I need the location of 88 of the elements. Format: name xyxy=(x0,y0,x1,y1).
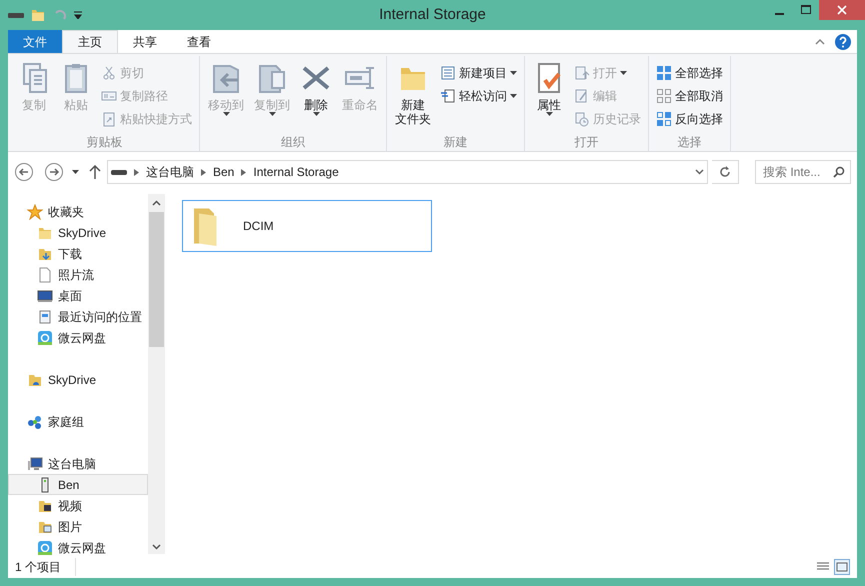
chevron-icon xyxy=(134,168,139,176)
nav-item[interactable]: SkyDrive xyxy=(8,222,148,243)
desktop-icon xyxy=(37,288,53,304)
nav-item[interactable]: 微云网盘 xyxy=(8,327,148,348)
grid-icon xyxy=(656,64,672,80)
nav-item[interactable]: 图片 xyxy=(8,516,148,537)
details-view-icon xyxy=(817,562,829,572)
refresh-button[interactable] xyxy=(712,160,739,184)
refresh-icon xyxy=(719,166,731,178)
shortcut-icon xyxy=(101,110,117,126)
nav-item[interactable]: 收藏夹 xyxy=(8,201,148,222)
ribbon-command[interactable]: 删除 xyxy=(297,62,335,133)
close-button[interactable] xyxy=(819,0,865,20)
ribbon-command[interactable]: 轻松访问 xyxy=(438,85,519,106)
nav-item[interactable]: 家庭组 xyxy=(8,411,148,432)
nav-item[interactable]: 下载 xyxy=(8,243,148,264)
group-label: 剪贴板 xyxy=(86,134,124,151)
ribbon-command[interactable]: 反向选择 xyxy=(654,108,725,129)
nav-item[interactable]: 微云网盘 xyxy=(8,537,148,558)
minimize-icon xyxy=(774,12,784,14)
group-label: 组织 xyxy=(280,134,306,151)
history-icon xyxy=(574,110,590,126)
dropdown-icon xyxy=(74,11,82,19)
ribbon-tab[interactable]: 主页 xyxy=(62,30,118,53)
help-icon xyxy=(835,34,851,50)
folder-documents-icon xyxy=(256,62,288,94)
search-field[interactable]: 搜索 Inte... xyxy=(755,160,851,184)
scissors-icon xyxy=(101,64,117,80)
drive-icon xyxy=(111,170,127,174)
ribbon-command[interactable]: 全部选择 xyxy=(654,62,725,83)
view-button[interactable] xyxy=(834,558,850,574)
breadcrumb[interactable]: 这台电脑 xyxy=(146,163,194,181)
scrollbar[interactable] xyxy=(148,194,165,554)
folder-icon xyxy=(30,7,46,23)
breadcrumb[interactable]: Internal Storage xyxy=(253,163,339,181)
ribbon-command[interactable]: 全部取消 xyxy=(654,85,725,106)
collapse-icon xyxy=(815,38,825,46)
nav-item[interactable]: 照片流 xyxy=(8,264,148,285)
cloud-icon xyxy=(37,540,53,556)
window-title: Internal Storage xyxy=(378,4,487,25)
breadcrumb[interactable]: Ben xyxy=(213,163,234,181)
computer-icon xyxy=(27,456,43,472)
new-item-icon xyxy=(440,64,456,80)
chevron-down-icon xyxy=(695,169,704,175)
group-label: 选择 xyxy=(676,134,702,151)
drive-icon xyxy=(8,12,24,18)
group-label: 打开 xyxy=(574,134,600,151)
nav-item[interactable]: 桌面 xyxy=(8,285,148,306)
folder-name: DCIM xyxy=(243,218,274,235)
ribbon-command[interactable]: 新建项目 xyxy=(438,62,519,83)
scroll-up-icon xyxy=(152,200,161,206)
recent-places-icon xyxy=(37,308,53,324)
up-arrow-icon xyxy=(89,165,101,179)
nav-item[interactable]: SkyDrive xyxy=(8,369,148,390)
grid-outline-icon xyxy=(656,88,672,104)
up-button[interactable] xyxy=(87,165,103,179)
forward-icon xyxy=(44,162,64,182)
star-icon xyxy=(27,204,43,220)
close-icon xyxy=(837,5,847,15)
ribbon-command[interactable]: 属性 xyxy=(530,62,568,133)
nav-item[interactable]: 视频 xyxy=(8,495,148,516)
large-icons-view-icon xyxy=(836,562,848,572)
document-icon xyxy=(37,266,53,282)
folder-tile[interactable]: DCIM xyxy=(182,200,432,252)
chevron-icon xyxy=(201,168,206,176)
open-icon xyxy=(574,64,590,80)
group-label: 新建 xyxy=(442,134,468,151)
ribbon-tab[interactable]: 共享 xyxy=(118,30,172,53)
ribbon-tab[interactable]: 查看 xyxy=(172,30,226,53)
scroll-down-icon xyxy=(152,544,161,550)
ribbon-command[interactable]: 新建 文件夹 xyxy=(392,62,434,133)
easy-access-icon xyxy=(440,88,456,104)
nav-item[interactable]: 最近访问的位置 xyxy=(8,306,148,327)
search-icon xyxy=(833,166,845,178)
nav-item[interactable]: Ben xyxy=(8,474,148,495)
network-icon xyxy=(27,414,43,430)
cloud-icon xyxy=(37,330,53,346)
nav-item[interactable]: 这台电脑 xyxy=(8,453,148,474)
item-count: 1 个项目 xyxy=(15,558,76,576)
ribbon-tab[interactable]: 文件 xyxy=(8,30,62,53)
forward-button[interactable] xyxy=(44,162,64,182)
chevron-icon xyxy=(241,168,246,176)
back-icon xyxy=(14,162,34,182)
caret-icon xyxy=(72,170,79,174)
address-bar[interactable]: 这台电脑 Ben Internal Storage xyxy=(107,160,708,184)
grid-invert-icon xyxy=(656,110,672,126)
back-button[interactable] xyxy=(14,162,34,182)
maximize-icon xyxy=(800,5,810,15)
